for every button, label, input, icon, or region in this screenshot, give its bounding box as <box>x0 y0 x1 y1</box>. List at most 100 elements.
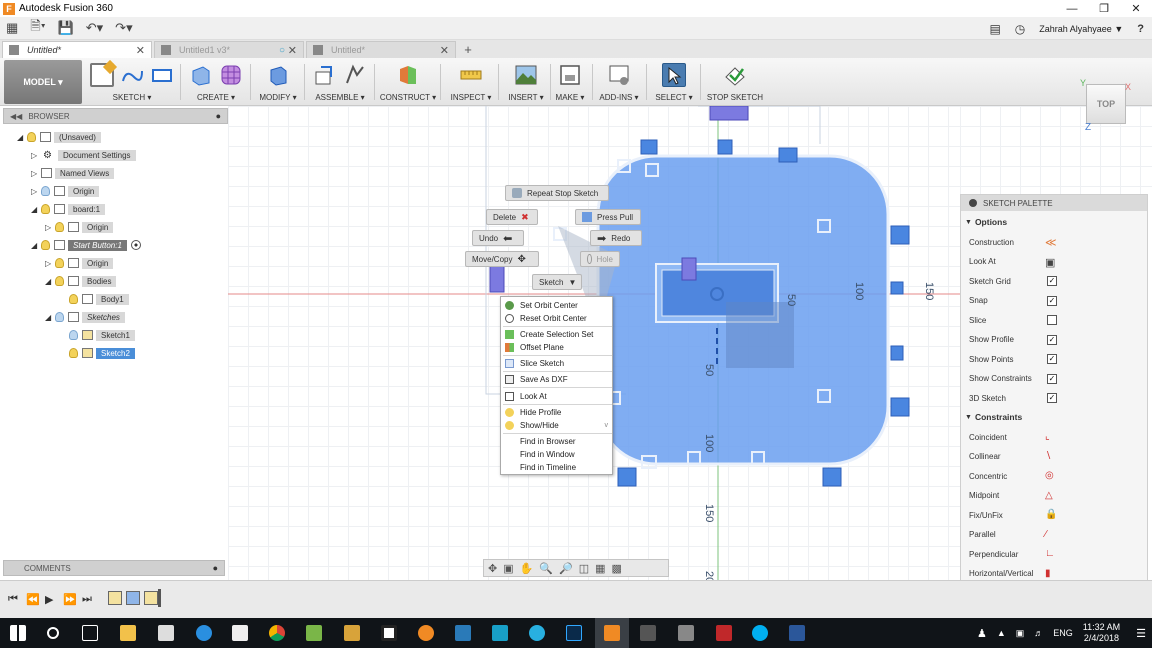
new-tab-button[interactable]: + <box>460 41 476 58</box>
app-icon[interactable] <box>678 625 694 641</box>
create-sketch-icon[interactable] <box>90 59 118 87</box>
language-indicator[interactable]: ENG <box>1053 628 1073 638</box>
tree-item-sketches[interactable]: ◢ Sketches <box>45 310 125 324</box>
insert-image-icon[interactable] <box>514 63 538 87</box>
tree-item-sketch1[interactable]: Sketch1 <box>69 328 135 342</box>
look-at-icon[interactable]: ▣ <box>503 562 513 575</box>
palette-option-construction[interactable]: Construction ≪ <box>969 235 1145 249</box>
constraint-collinear[interactable]: Collinear ∖ <box>969 450 1145 464</box>
construct-group[interactable]: CONSTRUCT ▾ <box>380 60 436 104</box>
activate-component-icon[interactable] <box>130 240 141 250</box>
job-status-icon[interactable]: ▤ <box>989 22 1000 36</box>
make-group[interactable]: MAKE ▾ <box>552 60 588 104</box>
look-at-icon[interactable]: ▣ <box>1045 256 1057 269</box>
hole-button[interactable]: Hole <box>580 251 620 267</box>
maximize-button[interactable]: ❐ <box>1088 0 1120 17</box>
app-icon[interactable] <box>529 625 545 641</box>
press-pull-icon[interactable] <box>266 63 290 87</box>
select-group[interactable]: SELECT ▾ <box>652 60 696 104</box>
go-to-end-icon[interactable]: ⏭ <box>82 593 92 606</box>
repeat-stop-sketch-button[interactable]: Repeat Stop Sketch <box>505 185 609 201</box>
checkbox[interactable]: ✓ <box>1047 334 1057 345</box>
tree-item-start-button[interactable]: ◢ Start Button:1 <box>31 238 141 252</box>
close-tab-icon[interactable]: ✕ <box>440 44 449 57</box>
expand-arrow-icon[interactable]: ▷ <box>31 187 41 196</box>
menu-item-hide-profile[interactable]: Hide Profile <box>501 406 612 419</box>
tree-item-document-settings[interactable]: ▷ ⚙ Document Settings <box>31 148 136 162</box>
tree-item-body1[interactable]: Body1 <box>69 292 129 306</box>
word-icon[interactable] <box>789 625 805 641</box>
scripts-icon[interactable] <box>607 63 631 87</box>
tree-item-named-views[interactable]: ▷ Named Views <box>31 166 115 180</box>
redo-icon[interactable]: ↷▾ <box>109 17 138 40</box>
expand-arrow-icon[interactable]: ▷ <box>31 169 41 178</box>
app-icon[interactable] <box>492 625 508 641</box>
constraint-concentric[interactable]: Concentric ◎ <box>969 469 1145 483</box>
menu-item-look-at[interactable]: Look At <box>501 390 612 403</box>
pan-hand-icon[interactable]: ✋ <box>520 562 534 575</box>
browser-pin-icon[interactable]: ● <box>216 111 221 121</box>
display-settings-icon[interactable]: ◫ <box>579 562 589 575</box>
palette-option-look-at[interactable]: Look At ▣ <box>969 255 1145 269</box>
start-windows-icon[interactable] <box>10 625 26 641</box>
palette-option-show-constraints[interactable]: Show Constraints ✓ <box>969 372 1145 386</box>
select-arrow-icon[interactable] <box>662 63 686 87</box>
visibility-bulb-icon[interactable] <box>69 330 78 340</box>
chrome-icon[interactable] <box>269 625 285 641</box>
constraint-horizontal-vertical[interactable]: Horizontal/Vertical ▮ <box>969 567 1145 581</box>
close-tab-icon[interactable]: ✕ <box>288 44 297 57</box>
step-forward-icon[interactable]: ⏩ <box>63 593 77 606</box>
checkbox[interactable] <box>1047 315 1057 325</box>
redo-button[interactable]: ➡ Redo <box>590 230 642 246</box>
form-icon[interactable] <box>219 63 243 87</box>
visibility-bulb-icon[interactable] <box>27 132 36 142</box>
menu-item-find-in-window[interactable]: Find in Window <box>501 448 612 461</box>
menu-item-set-orbit-center[interactable]: Set Orbit Center <box>501 299 612 312</box>
app-icon[interactable] <box>716 625 732 641</box>
clock[interactable]: 11:32 AM 2/4/2018 <box>1083 622 1120 644</box>
store-icon[interactable] <box>158 625 174 641</box>
menu-item-find-in-timeline[interactable]: Find in Timeline <box>501 461 612 474</box>
add-comment-icon[interactable]: ● <box>213 563 218 573</box>
visibility-bulb-icon[interactable] <box>41 186 50 196</box>
search-icon[interactable] <box>47 627 59 639</box>
palette-collapse-icon[interactable] <box>969 199 977 207</box>
collapse-arrow-icon[interactable]: ◢ <box>45 313 55 322</box>
constraint-coincident[interactable]: Coincident ⌞ <box>969 430 1145 444</box>
checkbox[interactable]: ✓ <box>1047 295 1057 306</box>
joint-icon[interactable] <box>343 63 367 87</box>
expand-arrow-icon[interactable]: ▷ <box>45 223 55 232</box>
constraints-section-header[interactable]: ▼ Constraints <box>965 410 1022 424</box>
viewports-icon[interactable]: ▩ <box>612 562 622 575</box>
menu-item-save-as-dxf[interactable]: Save As DXF <box>501 373 612 386</box>
palette-option-3d-sketch[interactable]: 3D Sketch ✓ <box>969 391 1145 405</box>
undo-button[interactable]: Undo ⬅ <box>472 230 524 246</box>
grid-settings-icon[interactable]: ▦ <box>595 562 605 575</box>
sketch-dropdown-button[interactable]: Sketch ▼ <box>532 274 582 290</box>
collapse-arrow-icon[interactable]: ◢ <box>31 205 41 214</box>
timeline-sketch-feature[interactable] <box>108 591 122 605</box>
visibility-bulb-icon[interactable] <box>55 312 64 322</box>
offset-plane-icon[interactable] <box>396 63 420 87</box>
tree-item-board-origin[interactable]: ▷ Origin <box>45 220 114 234</box>
timeline-extrude-feature[interactable] <box>126 591 140 605</box>
move-copy-button[interactable]: Move/Copy ✥ <box>465 251 539 267</box>
save-icon[interactable]: 💾 <box>52 17 80 40</box>
collapse-browser-icon[interactable]: ◀◀ <box>10 112 22 121</box>
zoom-window-icon[interactable]: 🔎 <box>559 562 573 575</box>
collapse-arrow-icon[interactable]: ◢ <box>17 133 27 142</box>
app-icon[interactable] <box>640 625 656 641</box>
line-icon[interactable] <box>120 63 144 87</box>
create-group[interactable]: CREATE ▾ <box>186 60 246 104</box>
step-back-icon[interactable]: ⏪ <box>26 593 40 606</box>
volume-icon[interactable]: ♬ <box>1034 628 1043 638</box>
palette-option-show-profile[interactable]: Show Profile ✓ <box>969 333 1145 347</box>
new-component-icon[interactable] <box>313 63 337 87</box>
collapse-arrow-icon[interactable]: ◢ <box>31 241 41 250</box>
stop-sketch-icon[interactable] <box>723 63 747 87</box>
visibility-bulb-icon[interactable] <box>55 222 64 232</box>
zoom-fit-icon[interactable]: 🔍 <box>539 562 553 575</box>
add-ins-group[interactable]: ADD-INS ▾ <box>596 60 642 104</box>
notifications-icon[interactable]: ☰ <box>1136 627 1146 640</box>
tab-untitled1-v3[interactable]: Untitled1 v3* ○ ✕ <box>154 41 304 58</box>
